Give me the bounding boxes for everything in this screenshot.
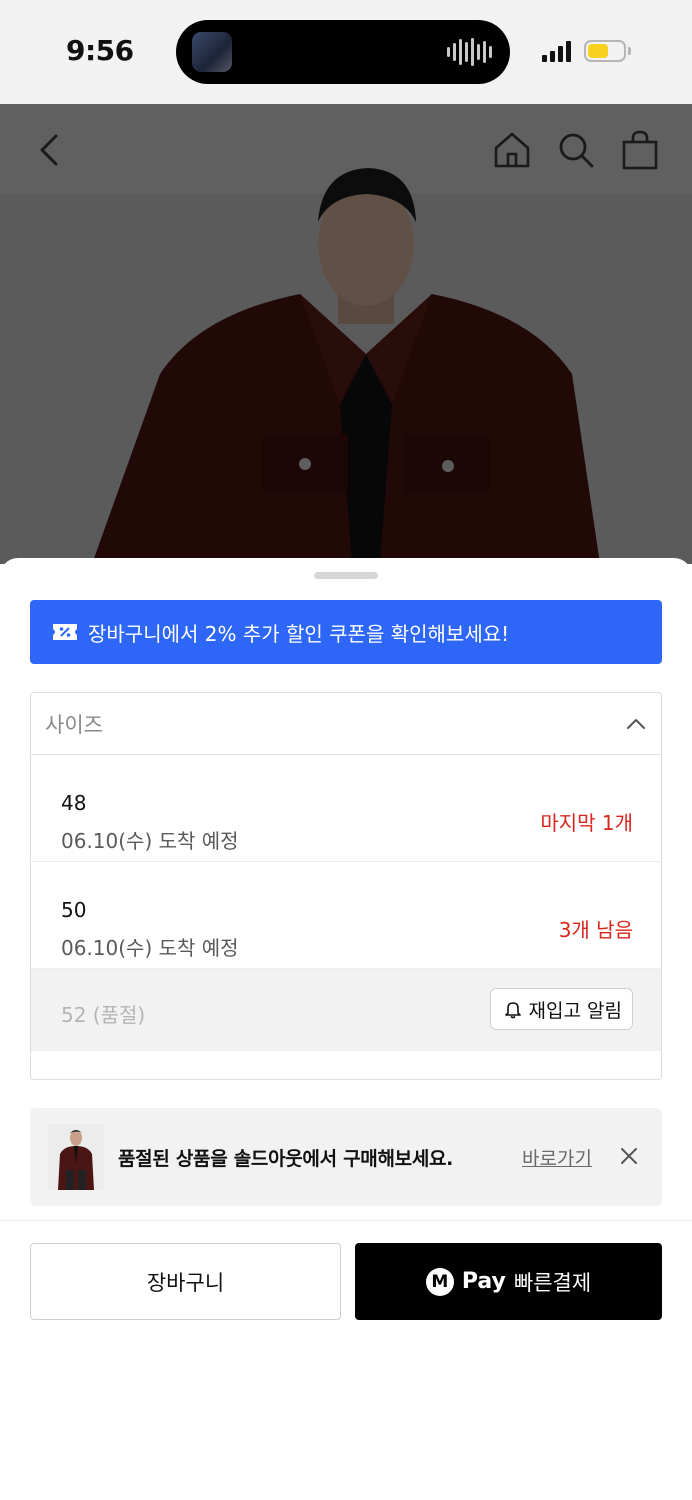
go-to-link[interactable]: 바로가기 <box>522 1144 592 1171</box>
battery-cap <box>628 47 631 55</box>
pay-word: Pay <box>461 1269 506 1294</box>
search-icon[interactable] <box>554 128 598 172</box>
size-dropdown-label: 사이즈 <box>45 712 103 737</box>
status-bar: 9:56 <box>0 0 692 104</box>
size-dropdown-header[interactable]: 사이즈 <box>31 693 661 755</box>
m-pay-logo-icon: M <box>425 1267 454 1296</box>
restock-alert-label: 재입고 알림 <box>528 999 622 1022</box>
size-option-delivery: 06.10(수) 도착 예정 <box>61 829 239 853</box>
soldout-size-label: 52 (품절) <box>61 1003 146 1027</box>
close-icon[interactable] <box>618 1145 640 1167</box>
size-option-50[interactable]: 50 06.10(수) 도착 예정 3개 남음 <box>31 862 661 969</box>
size-option-delivery: 06.10(수) 도착 예정 <box>61 936 239 960</box>
add-to-cart-label: 장바구니 <box>146 1270 225 1295</box>
size-option-stock: 3개 남음 <box>558 918 633 942</box>
option-bottom-sheet: 장바구니에서 2% 추가 할인 쿠폰을 확인해보세요! 사이즈 48 06.10… <box>0 558 692 1500</box>
soldout-banner-text: 품절된 상품을 솔드아웃에서 구매해보세요. <box>118 1148 454 1170</box>
quick-pay-label: 빠른결제 <box>513 1270 592 1295</box>
battery-icon <box>584 40 626 62</box>
audio-waveform-icon <box>447 38 492 66</box>
home-icon[interactable] <box>490 128 534 172</box>
size-option-stock: 마지막 1개 <box>540 811 633 835</box>
quick-pay-button[interactable]: M Pay 빠른결제 <box>355 1243 662 1320</box>
coupon-ticket-icon <box>53 624 77 640</box>
size-option-name: 50 <box>61 898 87 922</box>
size-option-48[interactable]: 48 06.10(수) 도착 예정 마지막 1개 <box>31 755 661 862</box>
chevron-up-icon <box>627 718 645 729</box>
soldout-market-banner: 품절된 상품을 솔드아웃에서 구매해보세요. 바로가기 <box>30 1108 662 1206</box>
size-option-name: 48 <box>61 791 87 815</box>
coupon-banner-text: 장바구니에서 2% 추가 할인 쿠폰을 확인해보세요! <box>88 621 510 646</box>
back-chevron-icon[interactable] <box>28 128 72 172</box>
divider <box>0 1220 692 1221</box>
size-option-52-soldout: 52 (품절) 재입고 알림 <box>31 969 661 1051</box>
soldout-product-thumbnail <box>48 1124 104 1190</box>
status-time: 9:56 <box>66 34 134 67</box>
cellular-signal-icon <box>542 40 571 62</box>
sheet-drag-handle[interactable] <box>314 572 378 579</box>
top-nav <box>0 104 692 196</box>
add-to-cart-button[interactable]: 장바구니 <box>30 1243 341 1320</box>
restock-alert-button[interactable]: 재입고 알림 <box>489 988 633 1030</box>
size-dropdown: 사이즈 48 06.10(수) 도착 예정 마지막 1개 50 06.10(수)… <box>30 692 662 1080</box>
shopping-bag-icon[interactable] <box>618 128 662 172</box>
bell-icon <box>504 1002 521 1019</box>
dynamic-island <box>176 20 510 84</box>
now-playing-artwork <box>192 32 232 72</box>
coupon-banner[interactable]: 장바구니에서 2% 추가 할인 쿠폰을 확인해보세요! <box>30 600 662 664</box>
